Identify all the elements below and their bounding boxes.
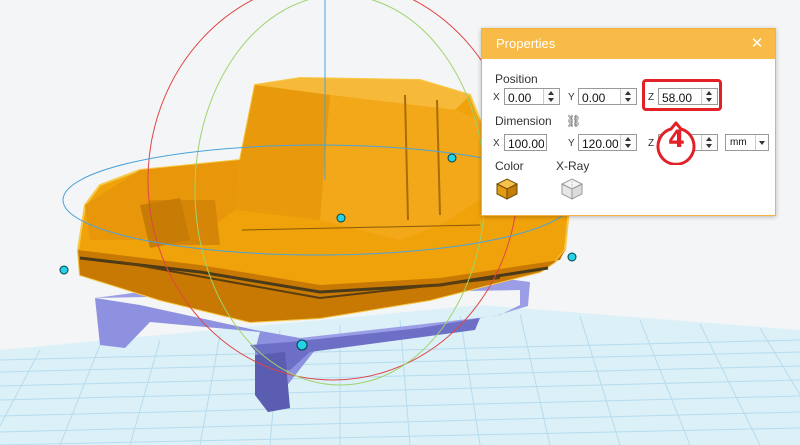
panel-title: Properties — [496, 36, 556, 51]
chevron-down-icon[interactable] — [755, 135, 768, 150]
position-y-stepper[interactable] — [620, 89, 636, 104]
dimension-x-field[interactable] — [504, 134, 547, 152]
properties-panel-header: Properties ✕ — [482, 29, 775, 59]
dimension-z-stepper[interactable] — [701, 135, 717, 150]
dimension-y-stepper[interactable] — [620, 135, 636, 150]
properties-panel: Properties ✕ Position X Y Z Dimension ⛓ … — [481, 28, 776, 216]
highlight-box — [642, 79, 722, 111]
step-number: 4 — [668, 125, 685, 153]
dimension-x-axis-label: X — [493, 138, 500, 149]
dimension-x-input[interactable] — [505, 136, 546, 152]
dimension-label: Dimension — [495, 114, 552, 128]
position-label: Position — [495, 72, 538, 86]
xray-label: X-Ray — [556, 159, 590, 173]
unit-select-value: mm — [730, 137, 747, 148]
xray-cube-icon[interactable] — [561, 178, 583, 200]
position-y-axis-label: Y — [568, 92, 575, 103]
position-y-field[interactable] — [578, 88, 637, 106]
color-swatch-cube-icon[interactable] — [496, 178, 518, 200]
step-callout: 4 — [654, 121, 699, 165]
close-icon[interactable]: ✕ — [749, 29, 765, 59]
position-x-field[interactable] — [504, 88, 560, 106]
link-icon[interactable]: ⛓ — [566, 114, 581, 128]
dimension-y-axis-label: Y — [568, 138, 575, 149]
position-x-stepper[interactable] — [543, 89, 559, 104]
color-label: Color — [495, 159, 524, 173]
dimension-y-field[interactable] — [578, 134, 637, 152]
unit-select[interactable]: mm — [725, 134, 769, 151]
position-x-axis-label: X — [493, 92, 500, 103]
